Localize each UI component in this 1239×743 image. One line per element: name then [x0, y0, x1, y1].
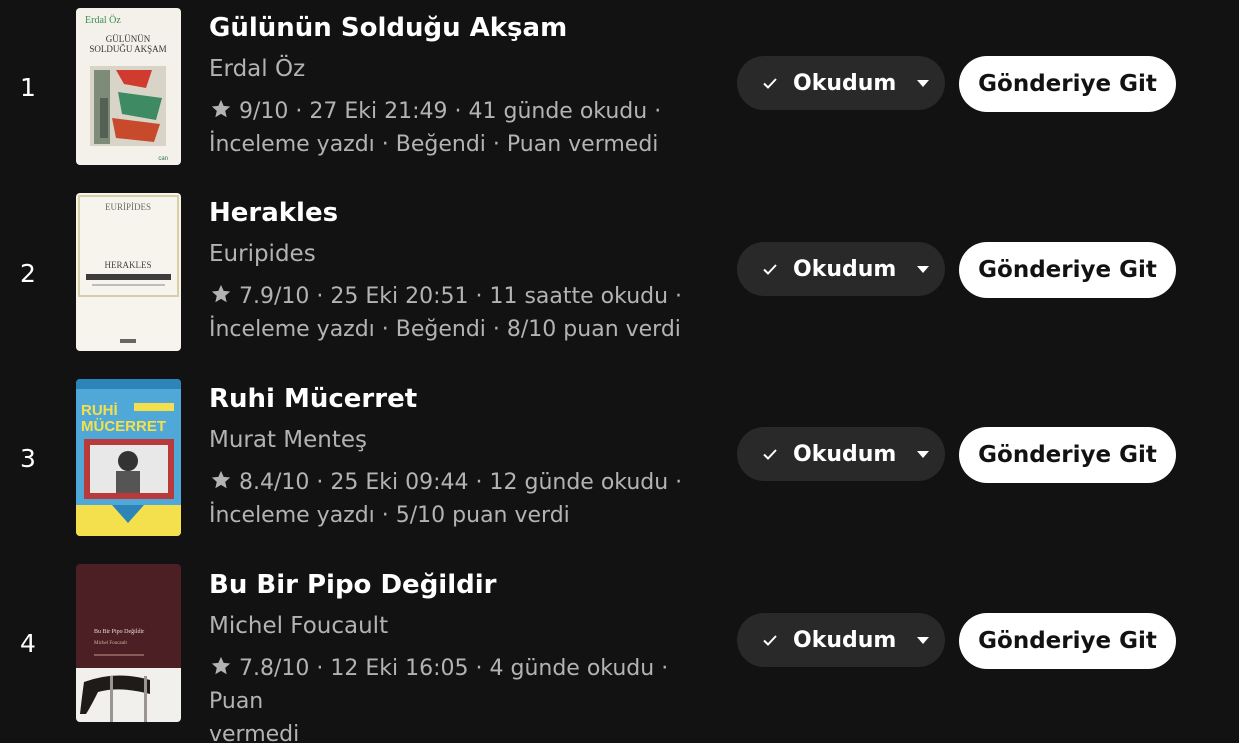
rank-number: 3 — [20, 444, 36, 473]
cover-art: EURİPİDES HERAKLES — [76, 193, 181, 351]
status-label: Okudum — [793, 441, 897, 467]
book-info: Ruhi Mücerret Murat Menteş 8.4/10 · 25 E… — [209, 383, 729, 532]
cover-title-line2: SOLDUĞU AKŞAM — [89, 44, 166, 54]
cover-title-text: HERAKLES — [105, 260, 152, 270]
chevron-down-icon — [917, 265, 930, 273]
meta-line: İnceleme yazdı · Beğendi · 8/10 puan ver… — [209, 317, 681, 342]
star-icon — [211, 656, 231, 675]
go-to-post-button[interactable]: Gönderiye Git — [959, 427, 1176, 483]
book-info: Gülünün Solduğu Akşam Erdal Öz 9/10 · 27… — [209, 12, 729, 161]
check-icon — [763, 78, 777, 89]
meta-line: 7.9/10 · 25 Eki 20:51 · 11 saatte okudu … — [209, 280, 729, 313]
star-icon — [211, 99, 231, 118]
book-info: Herakles Euripides 7.9/10 · 25 Eki 20:51… — [209, 197, 729, 346]
star-icon — [211, 284, 231, 303]
book-author[interactable]: Michel Foucault — [209, 612, 729, 640]
reading-status-dropdown[interactable]: Okudum — [737, 613, 945, 667]
book-cover[interactable]: EURİPİDES HERAKLES — [76, 193, 181, 351]
book-meta: 8.4/10 · 25 Eki 09:44 · 12 günde okudu ·… — [209, 466, 729, 532]
cover-author-text: EURİPİDES — [105, 202, 151, 212]
reading-status-dropdown[interactable]: Okudum — [737, 56, 945, 110]
rank-number: 1 — [20, 73, 36, 102]
book-title[interactable]: Gülünün Solduğu Akşam — [209, 12, 729, 44]
book-row: 1 Erdal Öz GÜLÜNÜN SOLDUĞU AKŞAM can Gül… — [0, 0, 1239, 172]
reading-status-dropdown[interactable]: Okudum — [737, 427, 945, 481]
book-title[interactable]: Ruhi Mücerret — [209, 383, 729, 415]
chevron-down-icon — [917, 79, 930, 87]
book-info: Bu Bir Pipo Değildir Michel Foucault 7.8… — [209, 569, 729, 743]
meta-line: İnceleme yazdı · 5/10 puan verdi — [209, 503, 570, 528]
cover-art: Erdal Öz GÜLÜNÜN SOLDUĞU AKŞAM can — [76, 8, 181, 165]
cover-art: RUHİ MÜCERRET — [76, 379, 181, 536]
go-to-post-button[interactable]: Gönderiye Git — [959, 242, 1176, 298]
meta-text: 9/10 · 27 Eki 21:49 · 41 günde okudu · — [239, 99, 662, 124]
cover-title-text: Bu Bir Pipo Değildir — [94, 628, 144, 635]
cover-title-line1: RUHİ — [81, 402, 118, 419]
meta-text: 7.8/10 · 12 Eki 16:05 · 4 günde okudu · … — [209, 656, 669, 714]
check-icon — [763, 449, 777, 460]
book-row: 4 Bu Bir Pipo Değildir Michel Foucault B… — [0, 557, 1239, 743]
chevron-down-icon — [917, 450, 930, 458]
book-meta: 7.9/10 · 25 Eki 20:51 · 11 saatte okudu … — [209, 280, 729, 346]
cover-author-text: Michel Foucault — [94, 641, 128, 646]
book-author[interactable]: Euripides — [209, 240, 729, 268]
book-author[interactable]: Erdal Öz — [209, 55, 729, 83]
chevron-down-icon — [917, 636, 930, 644]
cover-title-line1: GÜLÜNÜN — [106, 34, 151, 44]
reading-list: 1 Erdal Öz GÜLÜNÜN SOLDUĞU AKŞAM can Gül… — [0, 0, 1239, 743]
cover-author-text: Erdal Öz — [85, 14, 121, 26]
rank-number: 4 — [20, 629, 36, 658]
cover-publisher-text: can — [158, 156, 168, 162]
book-cover[interactable]: Bu Bir Pipo Değildir Michel Foucault — [76, 564, 181, 722]
go-to-post-button[interactable]: Gönderiye Git — [959, 56, 1176, 112]
book-meta: 9/10 · 27 Eki 21:49 · 41 günde okudu · İ… — [209, 95, 729, 161]
book-cover[interactable]: Erdal Öz GÜLÜNÜN SOLDUĞU AKŞAM can — [76, 8, 181, 165]
meta-text: 7.9/10 · 25 Eki 20:51 · 11 saatte okudu … — [239, 284, 683, 309]
book-row: 2 EURİPİDES HERAKLES Herakles Euripides … — [0, 186, 1239, 358]
book-title[interactable]: Herakles — [209, 197, 729, 229]
book-title[interactable]: Bu Bir Pipo Değildir — [209, 569, 729, 601]
meta-line: 8.4/10 · 25 Eki 09:44 · 12 günde okudu · — [209, 466, 729, 499]
check-icon — [763, 635, 777, 646]
go-to-post-button[interactable]: Gönderiye Git — [959, 613, 1176, 669]
reading-status-dropdown[interactable]: Okudum — [737, 242, 945, 296]
book-meta: 7.8/10 · 12 Eki 16:05 · 4 günde okudu · … — [209, 652, 729, 743]
status-label: Okudum — [793, 70, 897, 96]
cover-title-line2: MÜCERRET — [81, 418, 166, 435]
meta-line: 9/10 · 27 Eki 21:49 · 41 günde okudu · — [209, 95, 729, 128]
meta-text: 8.4/10 · 25 Eki 09:44 · 12 günde okudu · — [239, 470, 683, 495]
meta-line: 7.8/10 · 12 Eki 16:05 · 4 günde okudu · … — [209, 652, 729, 718]
book-cover[interactable]: RUHİ MÜCERRET — [76, 379, 181, 536]
cover-art: Bu Bir Pipo Değildir Michel Foucault — [76, 564, 181, 722]
status-label: Okudum — [793, 627, 897, 653]
status-label: Okudum — [793, 256, 897, 282]
check-icon — [763, 264, 777, 275]
meta-line: vermedi — [209, 722, 300, 743]
rank-number: 2 — [20, 259, 36, 288]
book-author[interactable]: Murat Menteş — [209, 426, 729, 454]
book-row: 3 RUHİ MÜCERRET Ruhi Mücerret Murat Ment… — [0, 371, 1239, 543]
star-icon — [211, 470, 231, 489]
meta-line: İnceleme yazdı · Beğendi · Puan vermedi — [209, 132, 659, 157]
